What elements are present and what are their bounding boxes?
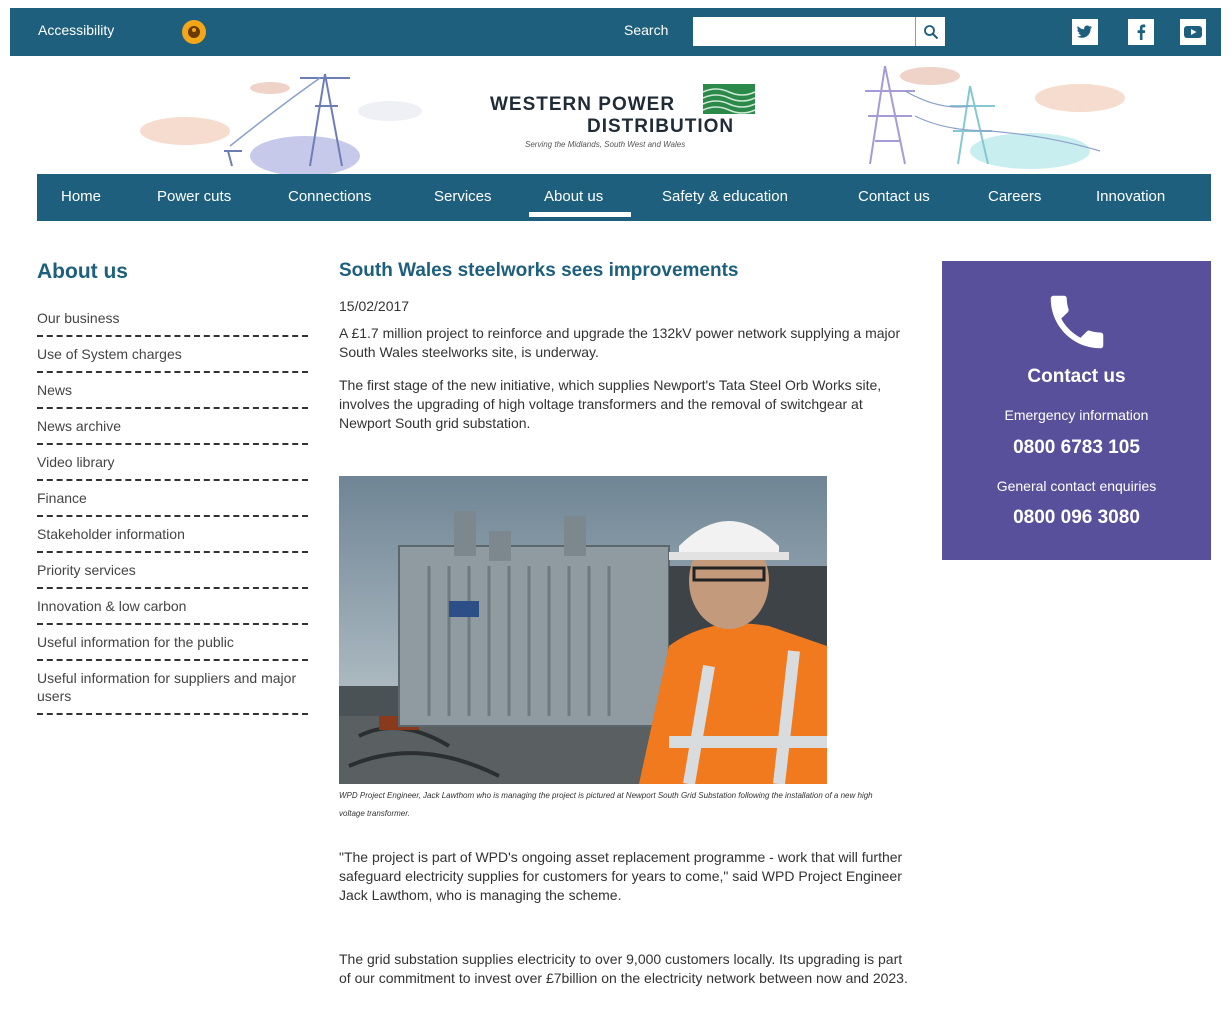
logo-line-1: WESTERN POWER xyxy=(490,94,676,115)
nav-item-about-us[interactable]: About us xyxy=(544,188,603,205)
sidebar-item-stakeholder-information[interactable]: Stakeholder information xyxy=(37,517,308,553)
article-title: South Wales steelworks sees improvements xyxy=(339,260,739,281)
phone-icon xyxy=(1050,295,1104,349)
logo-tagline: Serving the Midlands, South West and Wal… xyxy=(525,140,686,149)
sidebar-item-news-archive[interactable]: News archive xyxy=(37,409,308,445)
general-enquiries-label: General contact enquiries xyxy=(996,478,1157,494)
sidebar-item-priority-services[interactable]: Priority services xyxy=(37,553,308,589)
nav-item-innovation[interactable]: Innovation xyxy=(1096,188,1165,205)
facebook-icon xyxy=(1137,24,1146,40)
nav-item-contact-us[interactable]: Contact us xyxy=(858,188,930,205)
sidebar-title: About us xyxy=(37,260,128,283)
twitter-button[interactable] xyxy=(1072,19,1098,45)
facebook-button[interactable] xyxy=(1128,19,1154,45)
sidebar-item-useful-info-public[interactable]: Useful information for the public xyxy=(37,625,308,661)
pylon-illustration-left xyxy=(140,73,422,174)
search-input[interactable] xyxy=(693,17,915,46)
youtube-icon xyxy=(1184,26,1202,38)
nav-item-safety-education[interactable]: Safety & education xyxy=(662,188,788,205)
nav-item-connections[interactable]: Connections xyxy=(288,188,371,205)
search-icon xyxy=(923,24,938,39)
accessibility-link[interactable]: Accessibility xyxy=(38,22,114,38)
sidebar-item-use-of-system-charges[interactable]: Use of System charges xyxy=(37,337,308,373)
logo-wave-mark xyxy=(703,84,755,114)
sidebar-item-useful-info-suppliers[interactable]: Useful information for suppliers and maj… xyxy=(37,661,308,715)
nav-item-home[interactable]: Home xyxy=(61,188,101,205)
sidebar-item-video-library[interactable]: Video library xyxy=(37,445,308,481)
pylon-illustration-right xyxy=(865,65,1125,169)
article-date: 15/02/2017 xyxy=(339,298,410,314)
contact-title: Contact us xyxy=(1027,366,1126,387)
article-paragraph-4: The grid substation supplies electricity… xyxy=(339,951,908,986)
nav-active-indicator xyxy=(529,212,631,217)
sidebar-item-our-business[interactable]: Our business xyxy=(37,300,308,337)
general-enquiries-number[interactable]: 0800 096 3080 xyxy=(942,507,1211,529)
top-bar: Accessibility Search xyxy=(10,8,1221,56)
nav-item-services[interactable]: Services xyxy=(434,188,492,205)
wpd-logo[interactable]: WESTERN POWER DISTRIBUTION Serving the M… xyxy=(490,84,760,154)
search-button[interactable] xyxy=(915,17,945,46)
sidebar-item-finance[interactable]: Finance xyxy=(37,481,308,517)
nav-item-power-cuts[interactable]: Power cuts xyxy=(157,188,231,205)
emergency-label: Emergency information xyxy=(1004,407,1149,423)
youtube-button[interactable] xyxy=(1180,19,1206,45)
sidebar-item-news[interactable]: News xyxy=(37,373,308,409)
accessibility-icon[interactable] xyxy=(182,20,206,44)
search-label: Search xyxy=(624,22,669,38)
twitter-icon xyxy=(1077,25,1092,38)
sidebar-item-innovation-low-carbon[interactable]: Innovation & low carbon xyxy=(37,589,308,625)
contact-box: Contact us Emergency information 0800 67… xyxy=(942,261,1211,560)
nav-item-careers[interactable]: Careers xyxy=(988,188,1041,205)
header-banner: WESTERN POWER DISTRIBUTION Serving the M… xyxy=(10,56,1221,174)
logo-line-2: DISTRIBUTION xyxy=(587,116,735,137)
sidebar-menu: Our business Use of System charges News … xyxy=(37,300,308,715)
article-paragraph-3: "The project is part of WPD's ongoing as… xyxy=(339,849,903,903)
emergency-number[interactable]: 0800 6783 105 xyxy=(942,437,1211,459)
article: South Wales steelworks sees improvements… xyxy=(339,258,909,433)
article-photo xyxy=(339,476,827,784)
article-paragraph-2: The first stage of the new initiative, w… xyxy=(339,377,882,431)
photo-caption: WPD Project Engineer, Jack Lawthom who i… xyxy=(339,791,873,818)
article-paragraph-1: A £1.7 million project to reinforce and … xyxy=(339,325,901,360)
